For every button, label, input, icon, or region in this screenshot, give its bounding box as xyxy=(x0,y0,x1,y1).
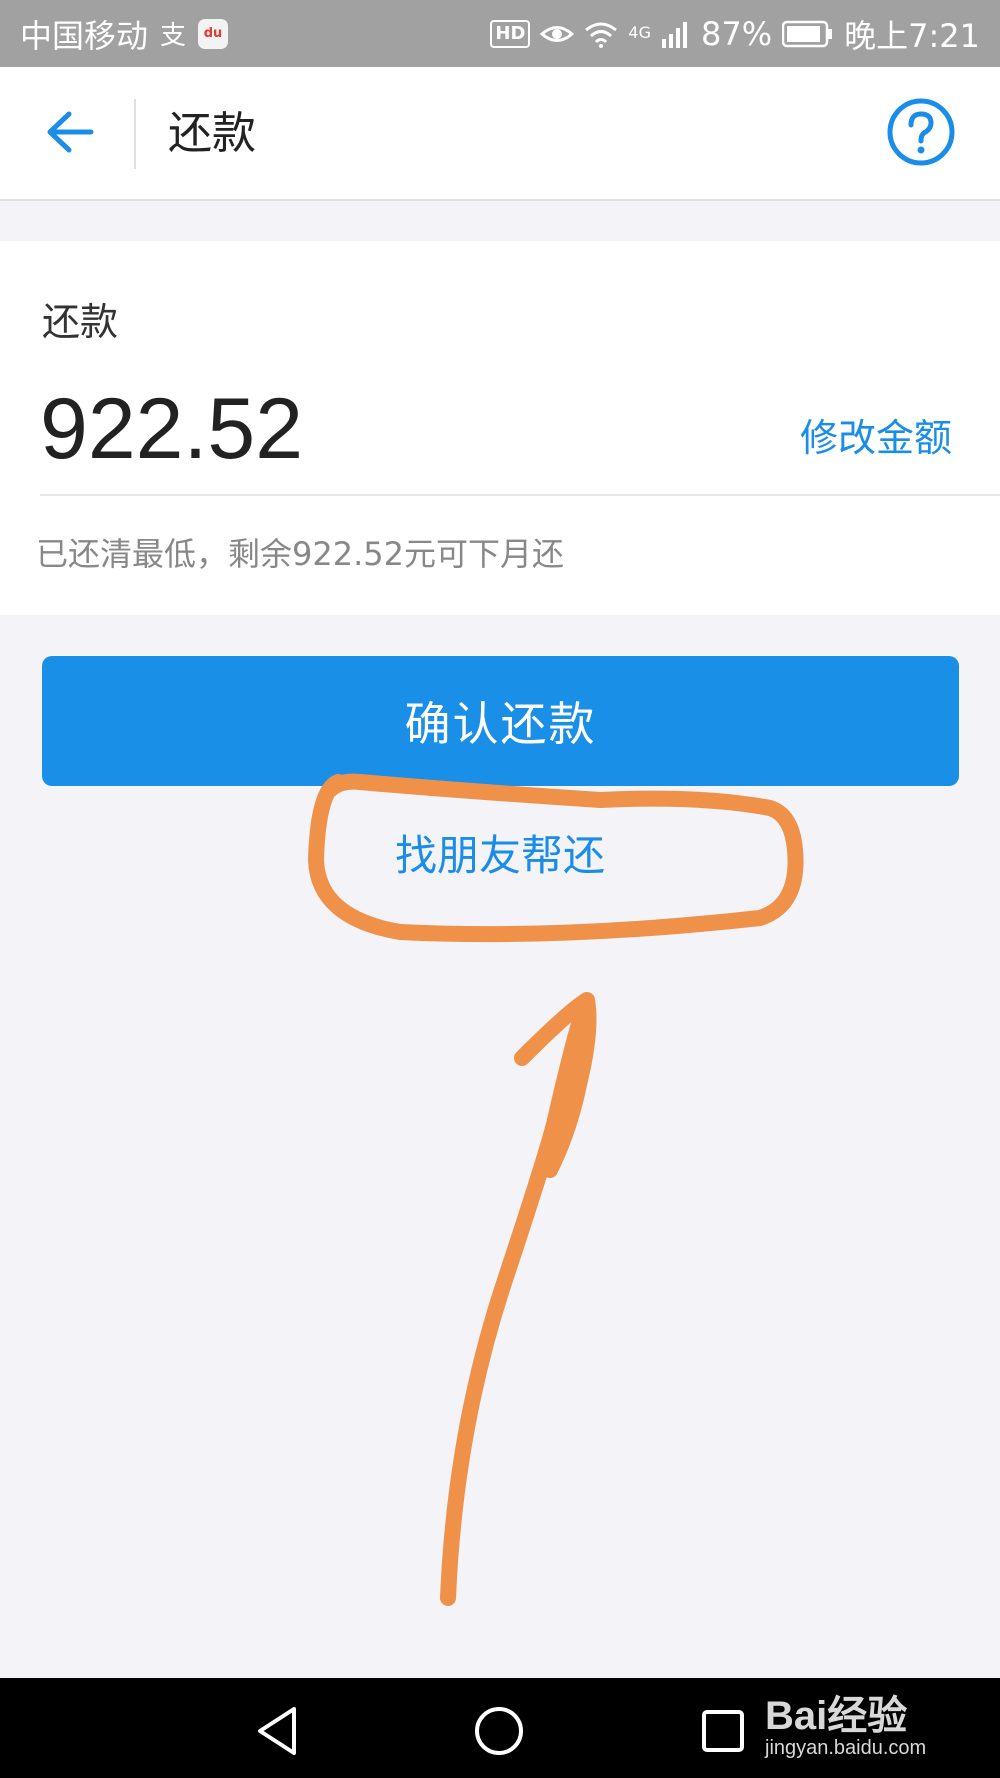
network-type-label: 4G xyxy=(628,22,651,42)
square-recents-icon xyxy=(698,1706,748,1760)
remaining-note: 已还清最低，剩余922.52元可下月还 xyxy=(36,535,564,573)
signal-icon xyxy=(661,19,691,49)
repay-amount: 922.52 xyxy=(40,381,304,477)
edit-amount-link[interactable]: 修改金额 xyxy=(800,407,952,462)
alipay-notification-icon: 支 xyxy=(158,19,188,49)
question-circle-icon xyxy=(886,97,956,171)
circle-home-icon xyxy=(472,1704,526,1762)
help-button[interactable] xyxy=(884,97,958,171)
status-bar: 中国移动 支 du HD 4G 87% 晚上7:21 xyxy=(0,0,1000,67)
baidu-map-notification-icon: du xyxy=(198,18,229,49)
battery-percent: 87% xyxy=(701,14,773,53)
page-title: 还款 xyxy=(168,108,256,159)
repay-card: 还款 922.52 修改金额 已还清最低，剩余922.52元可下月还 xyxy=(0,241,1000,615)
back-arrow-icon xyxy=(45,110,95,158)
battery-icon xyxy=(782,20,834,48)
eye-icon xyxy=(540,21,575,47)
app-header: 还款 xyxy=(0,67,1000,201)
annotation-arrow xyxy=(440,992,597,1606)
friend-pay-link-text[interactable]: 找朋友帮还 xyxy=(395,831,605,880)
header-divider xyxy=(134,99,136,169)
watermark-url: jingyan.baidu.com xyxy=(765,1737,927,1759)
nav-recents-button[interactable] xyxy=(688,1698,758,1768)
hd-icon: HD xyxy=(490,19,531,48)
friend-pay-link: 找朋友帮还 xyxy=(0,822,1000,883)
clock-time: 晚上7:21 xyxy=(844,16,980,55)
nav-home-button[interactable] xyxy=(464,1698,534,1768)
wifi-icon xyxy=(584,20,618,48)
baidu-jingyan-watermark: Bai经验 jingyan.baidu.com xyxy=(765,1683,995,1773)
repay-label: 还款 xyxy=(42,300,119,344)
card-divider xyxy=(40,494,1000,496)
watermark-logo: Bai经验 xyxy=(765,1694,908,1738)
nav-back-button[interactable] xyxy=(242,1698,312,1768)
triangle-back-icon xyxy=(252,1704,302,1762)
back-button[interactable] xyxy=(30,94,110,174)
carrier-name: 中国移动 xyxy=(20,16,149,55)
confirm-repay-button[interactable]: 确认还款 xyxy=(42,656,959,786)
svg-text:支: 支 xyxy=(160,21,186,49)
